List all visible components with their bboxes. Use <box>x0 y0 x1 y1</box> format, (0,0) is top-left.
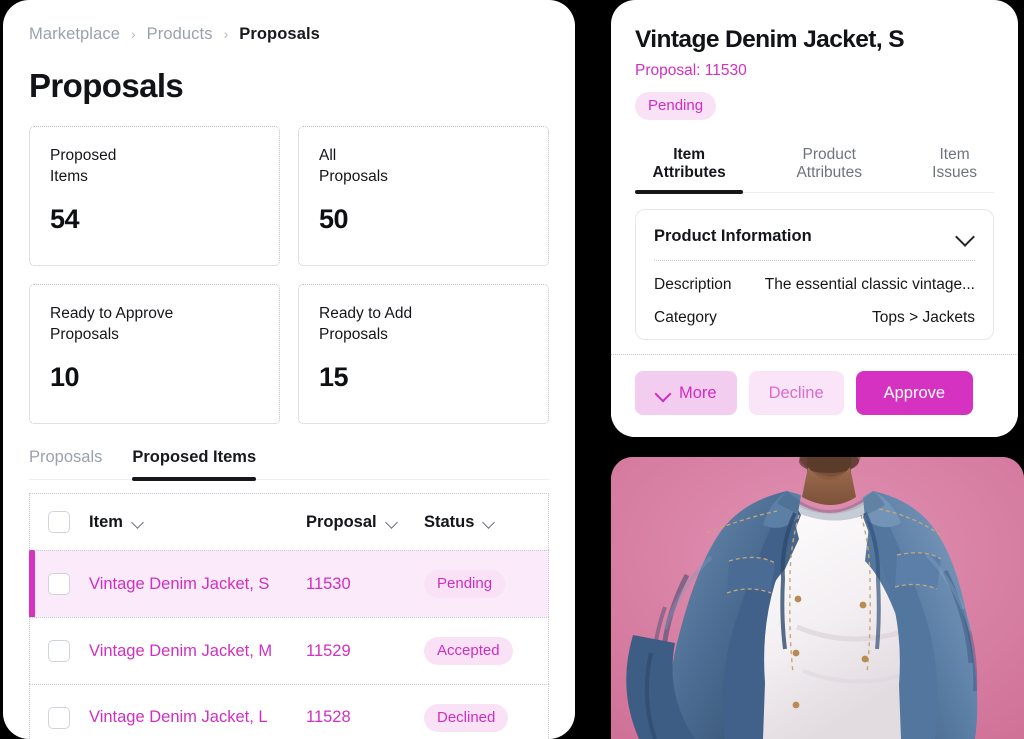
select-all-checkbox[interactable] <box>48 511 70 533</box>
breadcrumb-item-products[interactable]: Products <box>147 25 213 44</box>
info-label: Description <box>654 276 732 293</box>
cell-status: Accepted <box>424 637 548 665</box>
status-badge: Declined <box>424 703 509 732</box>
stat-card-all-proposals[interactable]: All Proposals 50 <box>298 126 549 266</box>
tab-item-issues[interactable]: Item Issues <box>915 146 994 192</box>
info-label: Category <box>654 309 717 326</box>
cell-item: Vintage Denim Jacket, S <box>70 575 306 594</box>
item-link[interactable]: Vintage Denim Jacket, S <box>89 575 269 594</box>
proposal-number: 11529 <box>306 641 351 660</box>
breadcrumb: Marketplace › Products › Proposals <box>29 22 549 46</box>
breadcrumb-item-marketplace[interactable]: Marketplace <box>29 25 120 44</box>
status-badge: Pending <box>424 570 506 598</box>
stat-label-line-2: Proposals <box>319 325 388 343</box>
row-checkbox[interactable] <box>48 573 70 595</box>
chevron-down-icon[interactable] <box>132 516 145 529</box>
tab-item-attributes[interactable]: Item Attributes <box>635 146 744 194</box>
chevron-down-icon <box>655 386 670 401</box>
tab-proposed-items[interactable]: Proposed Items <box>132 448 256 481</box>
stat-card-label: Ready to Approve Proposals <box>50 304 259 345</box>
tab-product-attributes[interactable]: Product Attributes <box>768 146 890 192</box>
column-header-label: Status <box>424 512 475 531</box>
stat-card-label: All Proposals <box>319 146 528 187</box>
item-detail-panel: Vintage Denim Jacket, S Proposal: 11530 … <box>611 0 1018 437</box>
column-header-label: Proposal <box>306 512 377 531</box>
decline-button[interactable]: Decline <box>748 371 844 415</box>
detail-title: Vintage Denim Jacket, S <box>635 26 905 53</box>
table-row[interactable]: Vintage Denim Jacket, S 11530 Pending <box>28 549 549 619</box>
status-badge: Pending <box>635 92 717 120</box>
status-badge: Accepted <box>424 637 513 665</box>
stat-label-line-1: All <box>319 147 337 164</box>
stat-label-line-2: Proposals <box>50 325 119 343</box>
table-row[interactable]: Vintage Denim Jacket, L 11528 Declined <box>29 684 549 739</box>
more-button-label: More <box>679 383 717 402</box>
column-header-status[interactable]: Status <box>424 513 548 532</box>
product-information-card: Product Information Description The esse… <box>635 209 994 340</box>
stat-label-line-1: Ready to Add <box>319 305 413 322</box>
item-link[interactable]: Vintage Denim Jacket, L <box>89 708 268 727</box>
approve-button[interactable]: Approve <box>855 371 974 415</box>
screen-root: Marketplace › Products › Proposals Propo… <box>0 0 1024 739</box>
product-information-header[interactable]: Product Information <box>654 226 975 246</box>
stat-card-label: Proposed Items <box>50 146 259 187</box>
row-checkbox[interactable] <box>48 640 70 662</box>
stat-label-line-1: Ready to Approve <box>50 305 174 322</box>
breadcrumb-separator-icon: › <box>223 26 229 42</box>
column-header-item[interactable]: Item <box>70 513 306 532</box>
breadcrumb-separator-icon: › <box>130 26 136 42</box>
cell-item: Vintage Denim Jacket, M <box>70 642 306 661</box>
cell-status: Declined <box>424 703 548 732</box>
cell-proposal: 11530 <box>306 575 424 594</box>
row-checkbox[interactable] <box>48 706 70 729</box>
product-photo <box>611 457 1024 739</box>
column-header-label: Item <box>89 512 123 531</box>
proposal-number: 11530 <box>306 574 351 593</box>
detail-status-wrap: Pending <box>635 92 994 120</box>
table-row[interactable]: Vintage Denim Jacket, M 11529 Accepted <box>29 617 549 684</box>
chevron-down-icon[interactable] <box>483 516 496 529</box>
stat-card-value: 10 <box>50 362 80 393</box>
product-photo-panel <box>611 457 1024 739</box>
tab-proposals[interactable]: Proposals <box>29 448 102 479</box>
item-link[interactable]: Vintage Denim Jacket, M <box>89 642 272 661</box>
detail-tabs: Item Attributes Product Attributes Item … <box>635 146 994 194</box>
item-detail-content: Vintage Denim Jacket, S Proposal: 11530 … <box>611 0 1018 340</box>
cell-proposal: 11529 <box>306 642 424 661</box>
more-button[interactable]: More <box>635 371 737 415</box>
page-title: Proposals <box>29 67 184 104</box>
proposals-list-panel: Marketplace › Products › Proposals Propo… <box>3 0 575 739</box>
stat-card-ready-to-approve-proposals[interactable]: Ready to Approve Proposals 10 <box>29 284 280 424</box>
table-header-row: Item Proposal Status <box>29 493 549 550</box>
stat-card-ready-to-add-proposals[interactable]: Ready to Add Proposals 15 <box>298 284 549 424</box>
info-row-description: Description The essential classic vintag… <box>654 261 975 294</box>
proposal-number: 11528 <box>306 708 351 726</box>
proposed-items-table: Item Proposal Status Vintage Denim Jacke… <box>28 493 549 739</box>
stat-card-value: 50 <box>319 204 349 235</box>
stat-label-line-2: Items <box>50 167 88 185</box>
info-value: Tops > Jackets <box>872 309 975 326</box>
proposals-list-content: Marketplace › Products › Proposals Propo… <box>3 0 575 739</box>
chevron-down-icon[interactable] <box>955 226 975 246</box>
stat-card-value: 54 <box>50 204 80 235</box>
stat-card-value: 15 <box>319 362 349 393</box>
list-tabs: Proposals Proposed Items <box>29 448 549 481</box>
detail-action-bar: More Decline Approve <box>611 354 1018 437</box>
breadcrumb-item-proposals[interactable]: Proposals <box>239 25 320 44</box>
cell-item: Vintage Denim Jacket, L <box>70 708 306 727</box>
stat-card-proposed-items[interactable]: Proposed Items 54 <box>29 126 280 266</box>
product-information-title: Product Information <box>654 226 812 245</box>
stat-label-line-1: Proposed <box>50 147 117 164</box>
column-header-proposal[interactable]: Proposal <box>306 513 424 532</box>
info-row-category: Category Tops > Jackets <box>654 294 975 327</box>
stat-label-line-2: Proposals <box>319 167 388 185</box>
info-value: The essential classic vintage... <box>764 276 975 293</box>
detail-proposal-number: Proposal: 11530 <box>635 62 747 79</box>
cell-status: Pending <box>424 570 548 598</box>
cell-proposal: 11528 <box>306 708 424 727</box>
chevron-down-icon[interactable] <box>386 516 399 529</box>
stat-card-grid: Proposed Items 54 All Proposals 50 Ready… <box>29 126 549 424</box>
stat-card-label: Ready to Add Proposals <box>319 304 528 345</box>
